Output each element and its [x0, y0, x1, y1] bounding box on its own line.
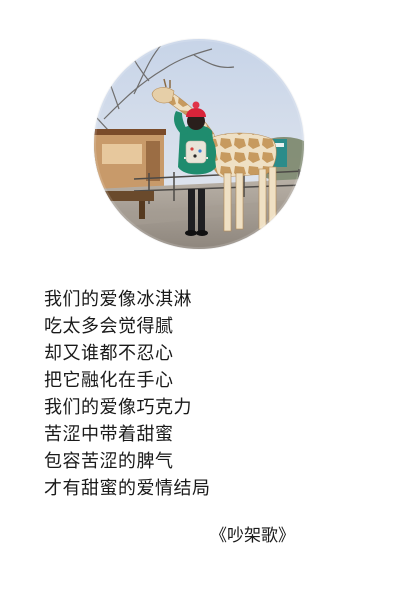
poem-line: 苦涩中带着甜蜜	[44, 424, 174, 445]
poem-line: 才有甜蜜的爱情结局	[44, 478, 211, 499]
poem: 我们的爱像冰淇淋 吃太多会觉得腻 却又谁都不忍心 把它融化在手心 我们的爱像巧克…	[44, 286, 211, 502]
song-title: 《吵架歌》	[210, 526, 295, 546]
circular-photo	[94, 39, 304, 249]
girl-with-giraffe-photo	[94, 39, 304, 249]
poem-line: 包容苦涩的脾气	[44, 451, 174, 472]
poem-line: 我们的爱像巧克力	[44, 397, 192, 418]
poem-line: 把它融化在手心	[44, 370, 174, 391]
poem-line: 我们的爱像冰淇淋	[44, 289, 192, 310]
poem-line: 吃太多会觉得腻	[44, 316, 174, 337]
poem-line: 却又谁都不忍心	[44, 343, 174, 364]
